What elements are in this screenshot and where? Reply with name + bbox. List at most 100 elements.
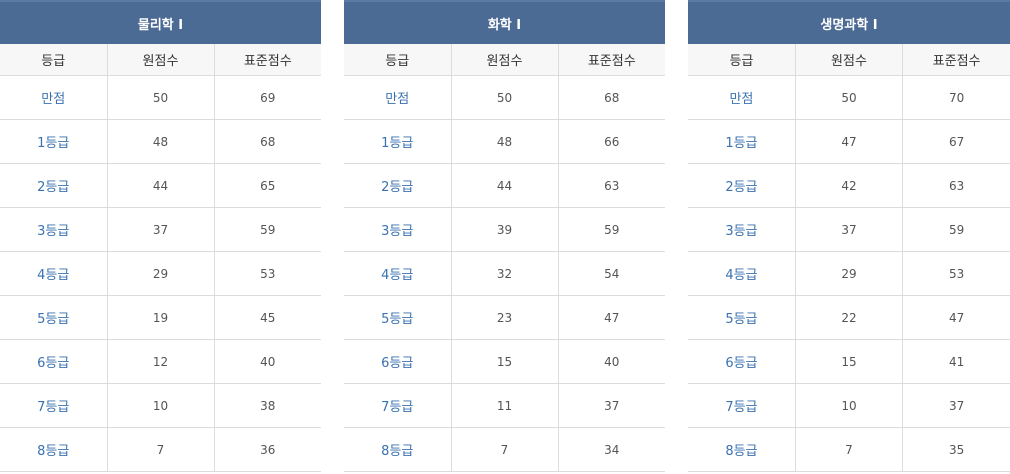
standard-score-cell: 40 xyxy=(214,339,321,384)
standard-score-cell: 47 xyxy=(902,295,1010,340)
table-row: 2등급 42 63 xyxy=(688,163,1010,208)
grade-cell: 5등급 xyxy=(344,295,452,340)
table-row: 4등급 29 53 xyxy=(0,251,321,296)
header-row: 등급 원점수 표준점수 xyxy=(344,44,665,76)
standard-score-cell: 38 xyxy=(214,383,321,428)
table-row: 1등급 48 66 xyxy=(344,119,665,164)
grade-cell: 7등급 xyxy=(688,383,796,428)
raw-score-cell: 48 xyxy=(107,119,215,164)
raw-score-cell: 23 xyxy=(451,295,559,340)
grade-cell: 7등급 xyxy=(344,383,452,428)
standard-score-cell: 59 xyxy=(902,207,1010,252)
table-row: 3등급 37 59 xyxy=(0,207,321,252)
raw-score-cell: 29 xyxy=(795,251,904,296)
table-row: 6등급 15 40 xyxy=(344,339,665,384)
table-row: 7등급 11 37 xyxy=(344,383,665,428)
standard-score-cell: 34 xyxy=(558,427,665,472)
grade-cell: 6등급 xyxy=(0,339,108,384)
grade-cell: 4등급 xyxy=(0,251,108,296)
grade-cell: 8등급 xyxy=(688,427,796,472)
raw-score-cell: 48 xyxy=(451,119,559,164)
grade-cell: 3등급 xyxy=(0,207,108,252)
raw-score-cell: 11 xyxy=(451,383,559,428)
grade-cell: 5등급 xyxy=(0,295,108,340)
grade-cell: 만점 xyxy=(0,75,108,120)
table-title: 생명과학 I xyxy=(688,0,1010,44)
raw-score-cell: 50 xyxy=(107,75,215,120)
table-row: 8등급 7 35 xyxy=(688,427,1010,472)
standard-score-cell: 41 xyxy=(902,339,1010,384)
table-row: 5등급 23 47 xyxy=(344,295,665,340)
standard-score-cell: 53 xyxy=(214,251,321,296)
raw-score-cell: 12 xyxy=(107,339,215,384)
table-row: 6등급 12 40 xyxy=(0,339,321,384)
table-row: 2등급 44 65 xyxy=(0,163,321,208)
raw-score-cell: 32 xyxy=(451,251,559,296)
column-header-grade: 등급 xyxy=(344,44,452,76)
grade-cell: 만점 xyxy=(344,75,452,120)
standard-score-cell: 47 xyxy=(558,295,665,340)
raw-score-cell: 37 xyxy=(795,207,904,252)
raw-score-cell: 42 xyxy=(795,163,904,208)
table-row: 8등급 7 34 xyxy=(344,427,665,472)
column-header-standard-score: 표준점수 xyxy=(902,44,1010,76)
column-header-raw-score: 원점수 xyxy=(795,44,904,76)
grade-cell: 2등급 xyxy=(344,163,452,208)
raw-score-cell: 47 xyxy=(795,119,904,164)
score-table-life-science: 생명과학 I 등급 원점수 표준점수 만점 50 70 1등급 47 67 2등급 42 6… xyxy=(688,0,1010,472)
grade-cell: 3등급 xyxy=(344,207,452,252)
table-row: 4등급 32 54 xyxy=(344,251,665,296)
standard-score-cell: 66 xyxy=(558,119,665,164)
grade-cell: 6등급 xyxy=(344,339,452,384)
grade-cell: 3등급 xyxy=(688,207,796,252)
table-row: 5등급 19 45 xyxy=(0,295,321,340)
standard-score-cell: 35 xyxy=(902,427,1010,472)
score-table-physics: 물리학 I 등급 원점수 표준점수 만점 50 69 1등급 48 68 2등급 44 65… xyxy=(0,0,321,472)
raw-score-cell: 39 xyxy=(451,207,559,252)
grade-cell: 1등급 xyxy=(0,119,108,164)
grade-cell: 1등급 xyxy=(344,119,452,164)
column-header-grade: 등급 xyxy=(0,44,108,76)
raw-score-cell: 7 xyxy=(451,427,559,472)
header-row: 등급 원점수 표준점수 xyxy=(688,44,1010,76)
raw-score-cell: 19 xyxy=(107,295,215,340)
raw-score-cell: 15 xyxy=(795,339,904,384)
table-row: 4등급 29 53 xyxy=(688,251,1010,296)
table-row: 1등급 48 68 xyxy=(0,119,321,164)
raw-score-cell: 29 xyxy=(107,251,215,296)
grade-cell: 6등급 xyxy=(688,339,796,384)
standard-score-cell: 68 xyxy=(558,75,665,120)
grade-cell: 5등급 xyxy=(688,295,796,340)
score-table: 등급 원점수 표준점수 만점 50 70 1등급 47 67 2등급 42 63 3등급 37… xyxy=(688,44,1010,472)
table-row: 3등급 39 59 xyxy=(344,207,665,252)
column-header-standard-score: 표준점수 xyxy=(558,44,665,76)
standard-score-cell: 40 xyxy=(558,339,665,384)
standard-score-cell: 63 xyxy=(558,163,665,208)
grade-cell: 4등급 xyxy=(344,251,452,296)
raw-score-cell: 50 xyxy=(451,75,559,120)
standard-score-cell: 45 xyxy=(214,295,321,340)
raw-score-cell: 37 xyxy=(107,207,215,252)
standard-score-cell: 68 xyxy=(214,119,321,164)
raw-score-cell: 10 xyxy=(795,383,904,428)
standard-score-cell: 37 xyxy=(558,383,665,428)
table-row: 만점 50 70 xyxy=(688,75,1010,120)
table-row: 2등급 44 63 xyxy=(344,163,665,208)
table-row: 8등급 7 36 xyxy=(0,427,321,472)
standard-score-cell: 67 xyxy=(902,119,1010,164)
standard-score-cell: 53 xyxy=(902,251,1010,296)
raw-score-cell: 22 xyxy=(795,295,904,340)
table-row: 3등급 37 59 xyxy=(688,207,1010,252)
header-row: 등급 원점수 표준점수 xyxy=(0,44,321,76)
column-header-standard-score: 표준점수 xyxy=(214,44,321,76)
standard-score-cell: 70 xyxy=(902,75,1010,120)
score-table: 등급 원점수 표준점수 만점 50 68 1등급 48 66 2등급 44 63 3등급 39… xyxy=(344,44,665,472)
grade-cell: 2등급 xyxy=(688,163,796,208)
table-row: 만점 50 68 xyxy=(344,75,665,120)
raw-score-cell: 7 xyxy=(107,427,215,472)
standard-score-cell: 59 xyxy=(214,207,321,252)
score-table-chemistry: 화학 I 등급 원점수 표준점수 만점 50 68 1등급 48 66 2등급 44 63 … xyxy=(344,0,665,472)
table-row: 만점 50 69 xyxy=(0,75,321,120)
raw-score-cell: 44 xyxy=(107,163,215,208)
column-header-grade: 등급 xyxy=(688,44,796,76)
